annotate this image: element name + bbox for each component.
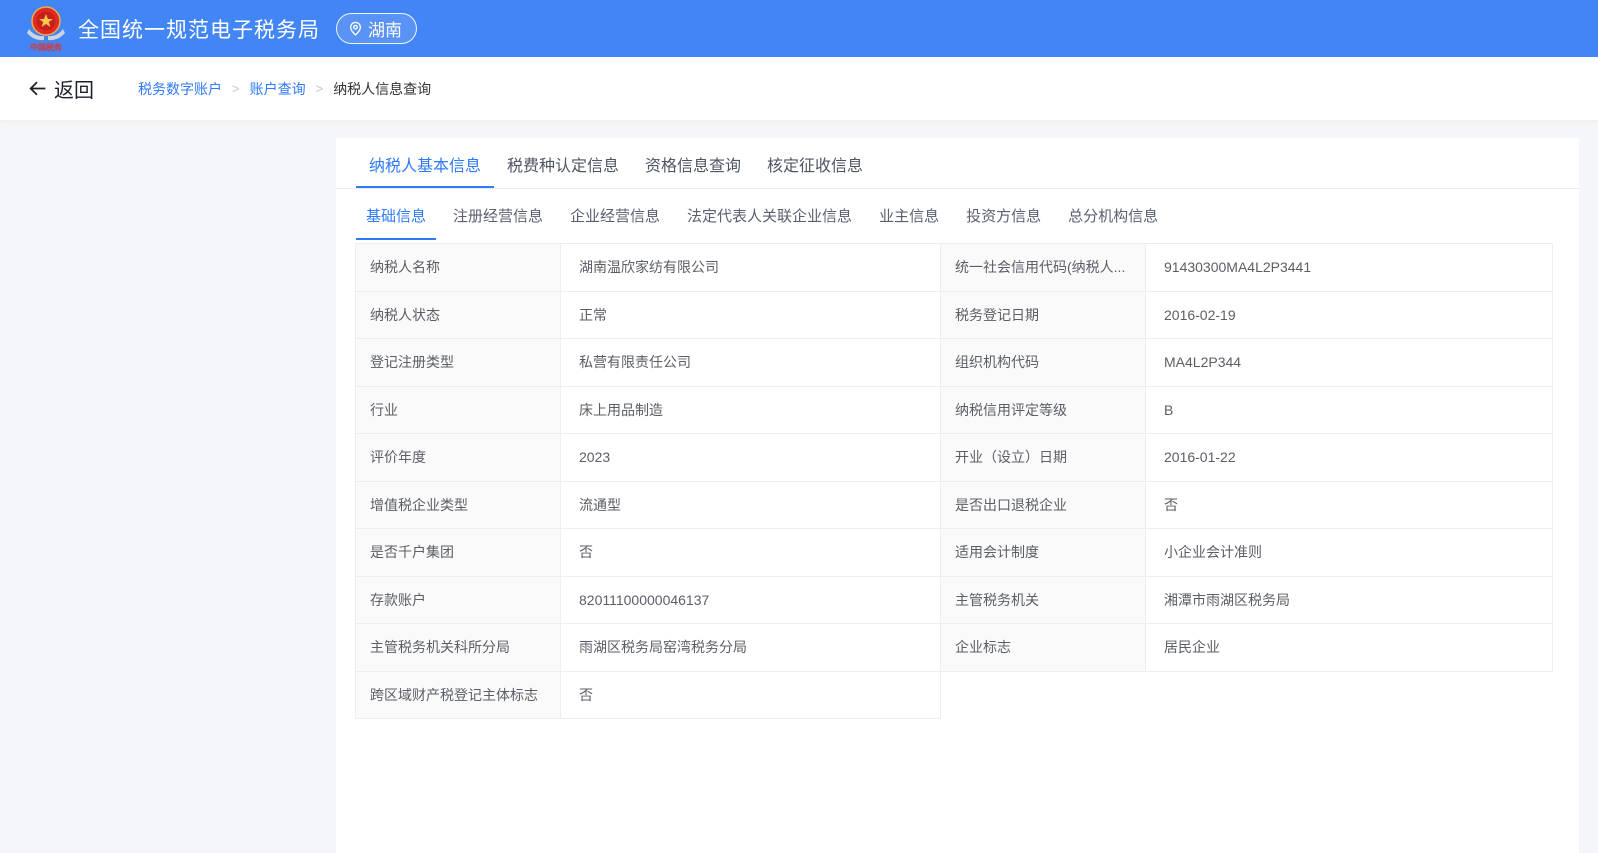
table-cell-label: 行业	[356, 387, 561, 435]
table-cell-value: MA4L2P344	[1146, 339, 1553, 387]
sub-tab[interactable]: 法定代表人关联企业信息	[677, 191, 862, 240]
main-tab[interactable]: 资格信息查询	[632, 138, 754, 188]
table-cell-value: B	[1146, 387, 1553, 435]
back-arrow-icon	[27, 78, 48, 99]
sub-tab[interactable]: 投资方信息	[956, 191, 1051, 240]
table-cell-value: 2023	[561, 434, 941, 482]
main-tab[interactable]: 核定征收信息	[754, 138, 876, 188]
table-cell-value: 91430300MA4L2P3441	[1146, 244, 1553, 292]
tax-bureau-logo-icon: 中国税务	[26, 5, 66, 53]
table-cell-value: 正常	[561, 292, 941, 340]
table-cell-label: 存款账户	[356, 577, 561, 625]
table-cell-label: 组织机构代码	[941, 339, 1146, 387]
breadcrumb-separator-icon: >	[316, 81, 324, 96]
table-cell-label: 是否千户集团	[356, 529, 561, 577]
table-cell-value: 床上用品制造	[561, 387, 941, 435]
table-cell-label: 主管税务机关	[941, 577, 1146, 625]
back-button[interactable]: 返回	[27, 74, 94, 103]
table-cell-value: 2016-01-22	[1146, 434, 1553, 482]
table-cell-value: 2016-02-19	[1146, 292, 1553, 340]
table-cell-label: 纳税人状态	[356, 292, 561, 340]
breadcrumb-item[interactable]: 账户查询	[250, 79, 306, 99]
table-cell-label: 评价年度	[356, 434, 561, 482]
back-label: 返回	[54, 74, 94, 103]
table-cell-value: 否	[561, 529, 941, 577]
main-tab[interactable]: 税费种认定信息	[494, 138, 632, 188]
table-cell-value: 流通型	[561, 482, 941, 530]
info-table: 纳税人名称湖南温欣家纺有限公司统一社会信用代码(纳税人...91430300MA…	[355, 243, 1552, 719]
table-cell-label: 税务登记日期	[941, 292, 1146, 340]
table-cell-label: 纳税信用评定等级	[941, 387, 1146, 435]
table-cell-label: 增值税企业类型	[356, 482, 561, 530]
sub-tab[interactable]: 注册经营信息	[443, 191, 553, 240]
table-cell-label: 企业标志	[941, 624, 1146, 672]
sub-tab[interactable]: 基础信息	[356, 191, 436, 240]
sub-tab[interactable]: 企业经营信息	[560, 191, 670, 240]
table-cell-label: 是否出口退税企业	[941, 482, 1146, 530]
table-cell-value: 雨湖区税务局窑湾税务分局	[561, 624, 941, 672]
main-tabs: 纳税人基本信息税费种认定信息资格信息查询核定征收信息	[336, 138, 1579, 189]
table-cell-label: 纳税人名称	[356, 244, 561, 292]
table-cell-value: 湘潭市雨湖区税务局	[1146, 577, 1553, 625]
region-selector[interactable]: 湖南	[336, 13, 417, 44]
table-cell-label	[941, 672, 1146, 720]
sub-tab[interactable]: 总分机构信息	[1058, 191, 1168, 240]
table-cell-value: 湖南温欣家纺有限公司	[561, 244, 941, 292]
breadcrumb: 税务数字账户 > 账户查询 > 纳税人信息查询	[138, 79, 431, 99]
app-title: 全国统一规范电子税务局	[78, 14, 320, 44]
main-tab[interactable]: 纳税人基本信息	[356, 138, 494, 188]
content-panel: 纳税人基本信息税费种认定信息资格信息查询核定征收信息 基础信息注册经营信息企业经…	[336, 138, 1579, 853]
table-cell-label: 登记注册类型	[356, 339, 561, 387]
sub-tab[interactable]: 业主信息	[869, 191, 949, 240]
breadcrumb-bar: 返回 税务数字账户 > 账户查询 > 纳税人信息查询	[0, 57, 1598, 121]
table-cell-label: 统一社会信用代码(纳税人...	[941, 244, 1146, 292]
svg-text:中国税务: 中国税务	[30, 42, 63, 52]
table-cell-value: 否	[1146, 482, 1553, 530]
table-cell-value: 小企业会计准则	[1146, 529, 1553, 577]
location-pin-icon	[348, 21, 363, 36]
sub-tabs: 基础信息注册经营信息企业经营信息法定代表人关联企业信息业主信息投资方信息总分机构…	[336, 191, 1579, 240]
table-cell-value: 居民企业	[1146, 624, 1553, 672]
breadcrumb-item[interactable]: 税务数字账户	[138, 79, 222, 99]
table-cell-label: 主管税务机关科所分局	[356, 624, 561, 672]
table-cell-value: 否	[561, 672, 941, 720]
table-cell-value: 私营有限责任公司	[561, 339, 941, 387]
table-cell-label: 适用会计制度	[941, 529, 1146, 577]
table-cell-label: 跨区域财产税登记主体标志	[356, 672, 561, 720]
table-cell-label: 开业（设立）日期	[941, 434, 1146, 482]
region-label: 湖南	[368, 16, 402, 41]
breadcrumb-separator-icon: >	[232, 81, 240, 96]
table-cell-value: 82011100000046137	[561, 577, 941, 625]
breadcrumb-item: 纳税人信息查询	[333, 79, 431, 99]
table-cell-value	[1146, 672, 1553, 720]
app-header: 中国税务 全国统一规范电子税务局 湖南	[0, 0, 1598, 57]
